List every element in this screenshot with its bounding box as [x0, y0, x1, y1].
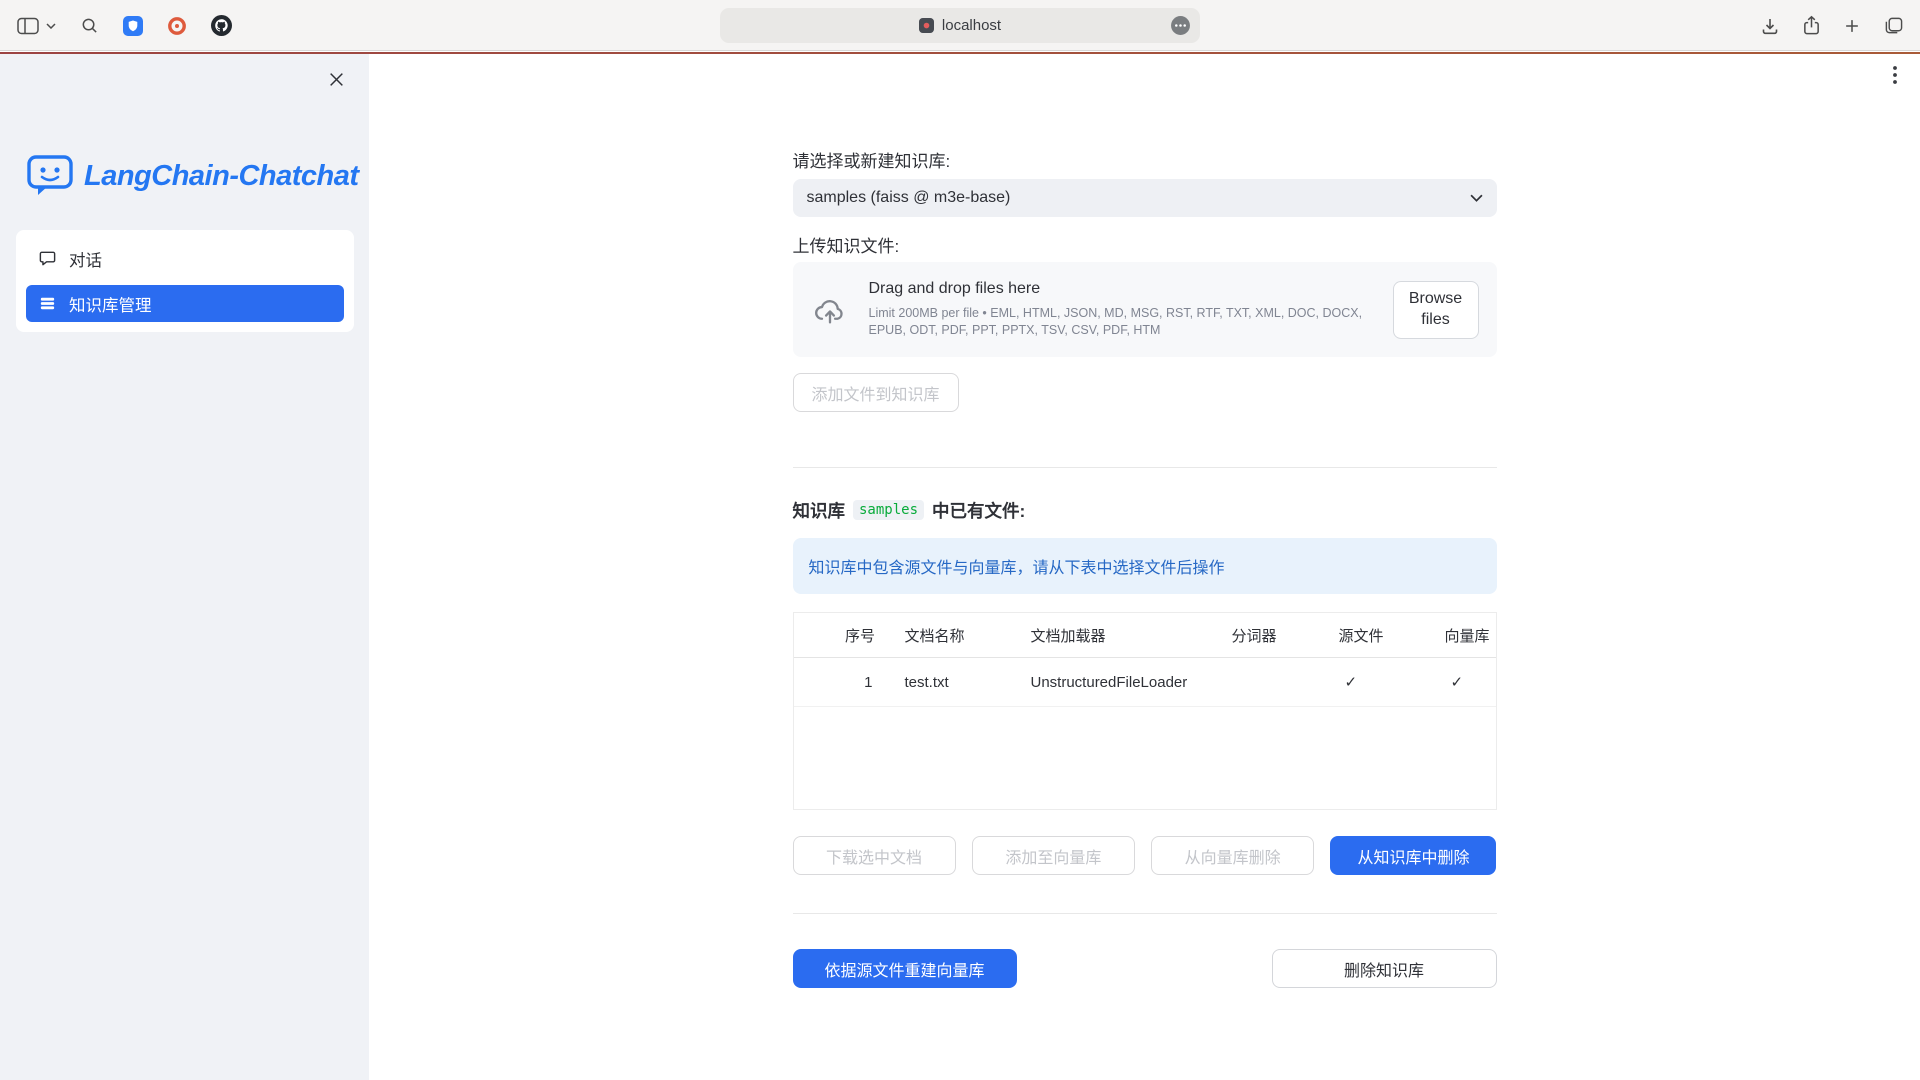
table-header-vector: 向量库	[1429, 625, 1496, 646]
delete-from-vectorstore-button[interactable]: 从向量库删除	[1151, 836, 1314, 875]
table-header-loader: 文档加载器	[1015, 625, 1216, 646]
site-favicon	[919, 18, 934, 33]
panel-toggle-icon	[16, 16, 40, 36]
kb-files-heading: 知识库 samples 中已有文件:	[793, 498, 1497, 522]
table-header-name: 文档名称	[889, 625, 1015, 646]
close-icon	[328, 71, 345, 88]
page-content: 请选择或新建知识库: samples (faiss @ m3e-base) 上传…	[793, 54, 1497, 988]
chat-icon	[38, 249, 57, 268]
dropzone-text: Drag and drop files here Limit 200MB per…	[869, 280, 1393, 340]
chevron-down-icon	[46, 23, 56, 29]
tabs-icon	[1883, 16, 1904, 35]
delete-kb-button[interactable]: 删除知识库	[1272, 949, 1497, 988]
extension-button-blue[interactable]	[123, 16, 143, 36]
download-selected-button[interactable]: 下载选中文档	[793, 836, 956, 875]
table-header-source: 源文件	[1323, 625, 1429, 646]
sidebar-menu: 对话 知识库管理	[16, 230, 354, 332]
app-logo: LangChain-Chatchat	[26, 154, 359, 198]
kb-files-heading-prefix: 知识库	[793, 498, 846, 523]
file-dropzone[interactable]: Drag and drop files here Limit 200MB per…	[793, 262, 1497, 357]
app-decoration-bar	[0, 52, 1920, 54]
delete-from-kb-button[interactable]: 从知识库中删除	[1330, 836, 1496, 875]
kb-select[interactable]: samples (faiss @ m3e-base)	[793, 179, 1497, 217]
sidebar-item-label: 知识库管理	[69, 292, 152, 316]
kb-action-buttons: 依据源文件重建向量库 删除知识库	[793, 949, 1497, 988]
address-extension-badge[interactable]	[1170, 15, 1191, 36]
screen: localhost	[0, 0, 1920, 1080]
downloads-button[interactable]	[1760, 16, 1780, 36]
upload-label: 上传知识文件:	[793, 237, 1497, 257]
address-url: localhost	[942, 17, 1001, 34]
knowledge-base-icon	[38, 294, 57, 313]
chat-bubble-logo-icon	[26, 154, 74, 198]
table-header-row: 序号 文档名称 文档加载器 分词器 源文件 向量库	[794, 613, 1496, 658]
address-bar[interactable]: localhost	[720, 8, 1200, 43]
kb-files-heading-suffix: 中已有文件:	[932, 498, 1025, 523]
cell-source-check: ✓	[1323, 673, 1429, 691]
github-icon	[211, 15, 232, 36]
extension-button-github[interactable]	[211, 15, 232, 36]
sidebar-close-button[interactable]	[323, 66, 349, 92]
dropzone-title: Drag and drop files here	[869, 280, 1393, 298]
divider	[793, 913, 1497, 914]
shield-extension-icon	[123, 16, 143, 36]
share-icon	[1802, 15, 1821, 36]
app-logo-text: LangChain-Chatchat	[84, 160, 359, 193]
browser-search-button[interactable]	[80, 16, 99, 35]
table-row[interactable]: 1 test.txt UnstructuredFileLoader ✓ ✓	[794, 658, 1496, 707]
kb-select-label: 请选择或新建知识库:	[793, 152, 1497, 172]
cloud-upload-icon	[811, 294, 849, 326]
add-files-to-kb-button[interactable]: 添加文件到知识库	[793, 373, 959, 412]
dropzone-limit: Limit 200MB per file • EML, HTML, JSON, …	[869, 305, 1389, 340]
plus-icon	[1843, 17, 1861, 35]
ring-extension-icon	[167, 16, 187, 36]
cell-name: test.txt	[889, 674, 1015, 691]
app-menu-button[interactable]	[1886, 64, 1904, 89]
cell-loader: UnstructuredFileLoader	[1015, 674, 1216, 691]
sidebar-item-chat[interactable]: 对话	[26, 240, 344, 277]
tab-overview-button[interactable]	[1883, 16, 1904, 35]
sidebar-item-label: 对话	[69, 247, 102, 271]
table-header-splitter: 分词器	[1216, 625, 1323, 646]
browser-toolbar: localhost	[0, 0, 1920, 51]
kb-files-table: 序号 文档名称 文档加载器 分词器 源文件 向量库 1 test.txt Uns…	[793, 612, 1497, 810]
search-icon	[80, 16, 99, 35]
sidebar-toggle-button[interactable]	[16, 16, 56, 36]
sidebar: LangChain-Chatchat 对话 知识库管理	[0, 54, 369, 1080]
table-header-index: 序号	[832, 625, 889, 646]
download-icon	[1760, 16, 1780, 36]
new-tab-button[interactable]	[1843, 17, 1861, 35]
row-action-buttons: 下载选中文档 添加至向量库 从向量库删除 从知识库中删除	[793, 836, 1497, 875]
cell-index: 1	[832, 674, 889, 691]
add-to-vectorstore-button[interactable]: 添加至向量库	[972, 836, 1135, 875]
kb-select-value: samples (faiss @ m3e-base)	[807, 189, 1011, 207]
main-area: 请选择或新建知识库: samples (faiss @ m3e-base) 上传…	[369, 54, 1920, 1080]
cell-vector-check: ✓	[1429, 673, 1496, 691]
browse-files-button[interactable]: Browse files	[1393, 281, 1479, 339]
kb-name-code: samples	[853, 500, 924, 520]
rebuild-vectorstore-button[interactable]: 依据源文件重建向量库	[793, 949, 1017, 988]
share-button[interactable]	[1802, 15, 1821, 36]
sidebar-item-kb-management[interactable]: 知识库管理	[26, 285, 344, 322]
divider	[793, 467, 1497, 468]
info-alert-text: 知识库中包含源文件与向量库，请从下表中选择文件后操作	[809, 554, 1225, 578]
app-window: LangChain-Chatchat 对话 知识库管理	[0, 54, 1920, 1080]
kebab-menu-icon	[1886, 64, 1904, 86]
info-alert: 知识库中包含源文件与向量库，请从下表中选择文件后操作	[793, 538, 1497, 594]
chevron-down-icon	[1470, 194, 1483, 202]
extension-button-orange[interactable]	[167, 16, 187, 36]
